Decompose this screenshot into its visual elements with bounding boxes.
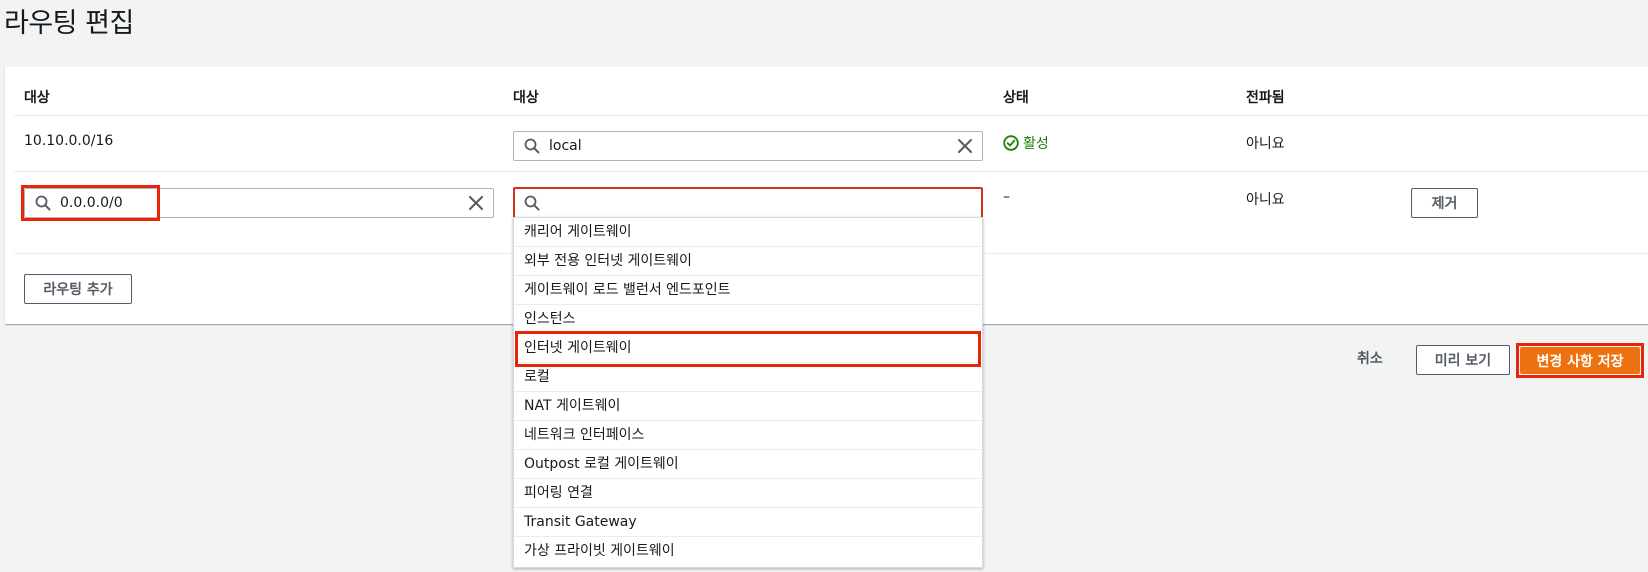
dropdown-option[interactable]: 네트워크 인터페이스 bbox=[514, 421, 982, 450]
dropdown-option[interactable]: Outpost 로컬 게이트웨이 bbox=[514, 450, 982, 479]
row-1-target-value: local bbox=[549, 138, 582, 154]
cancel-button[interactable]: 취소 bbox=[1357, 348, 1383, 368]
dropdown-option[interactable]: 캐리어 게이트웨이 bbox=[514, 218, 982, 247]
row-2-destination-value: 0.0.0.0/0 bbox=[60, 195, 123, 211]
target-dropdown-list: 캐리어 게이트웨이 외부 전용 인터넷 게이트웨이 게이트웨이 로드 밸런서 엔… bbox=[513, 217, 983, 568]
check-circle-icon bbox=[1003, 135, 1019, 151]
search-icon bbox=[524, 195, 540, 211]
dropdown-option[interactable]: 외부 전용 인터넷 게이트웨이 bbox=[514, 247, 982, 276]
row-1-propagated: 아니요 bbox=[1246, 136, 1285, 152]
dropdown-option[interactable]: 인스턴스 bbox=[514, 305, 982, 334]
search-icon bbox=[524, 138, 540, 154]
column-header-status: 상태 bbox=[1003, 90, 1029, 106]
dropdown-option[interactable]: 로컬 bbox=[514, 363, 982, 392]
row-2-destination-input[interactable]: 0.0.0.0/0 bbox=[24, 188, 494, 218]
dropdown-option[interactable]: Transit Gateway bbox=[514, 508, 982, 537]
row-1-destination: 10.10.0.0/16 bbox=[24, 133, 114, 149]
row-2-propagated: 아니요 bbox=[1246, 192, 1285, 208]
column-header-target: 대상 bbox=[513, 90, 539, 106]
row-divider bbox=[14, 171, 1648, 172]
row-2-target-input[interactable] bbox=[513, 187, 983, 219]
column-header-propagated: 전파됨 bbox=[1246, 90, 1285, 106]
page-title: 라우팅 편집 bbox=[4, 8, 134, 39]
dropdown-option[interactable]: 게이트웨이 로드 밸런서 엔드포인트 bbox=[514, 276, 982, 305]
dropdown-option[interactable]: 피어링 연결 bbox=[514, 479, 982, 508]
dropdown-option[interactable]: 가상 프라이빗 게이트웨이 bbox=[514, 537, 982, 566]
dropdown-option-internet-gateway[interactable]: 인터넷 게이트웨이 bbox=[514, 334, 982, 363]
clear-icon[interactable] bbox=[957, 138, 973, 154]
dropdown-option[interactable]: NAT 게이트웨이 bbox=[514, 392, 982, 421]
header-divider bbox=[14, 115, 1648, 116]
row-1-status: 활성 bbox=[1003, 133, 1049, 153]
preview-button[interactable]: 미리 보기 bbox=[1416, 345, 1510, 375]
save-changes-button[interactable]: 변경 사항 저장 bbox=[1520, 347, 1640, 374]
column-header-destination: 대상 bbox=[24, 90, 50, 106]
row-1-status-label: 활성 bbox=[1023, 136, 1049, 152]
row-2-status: – bbox=[1003, 189, 1010, 205]
add-route-button[interactable]: 라우팅 추가 bbox=[24, 274, 132, 304]
search-icon bbox=[35, 195, 51, 211]
remove-route-button[interactable]: 제거 bbox=[1411, 188, 1478, 218]
row-1-target-input[interactable]: local bbox=[513, 131, 983, 161]
clear-icon[interactable] bbox=[468, 195, 484, 211]
